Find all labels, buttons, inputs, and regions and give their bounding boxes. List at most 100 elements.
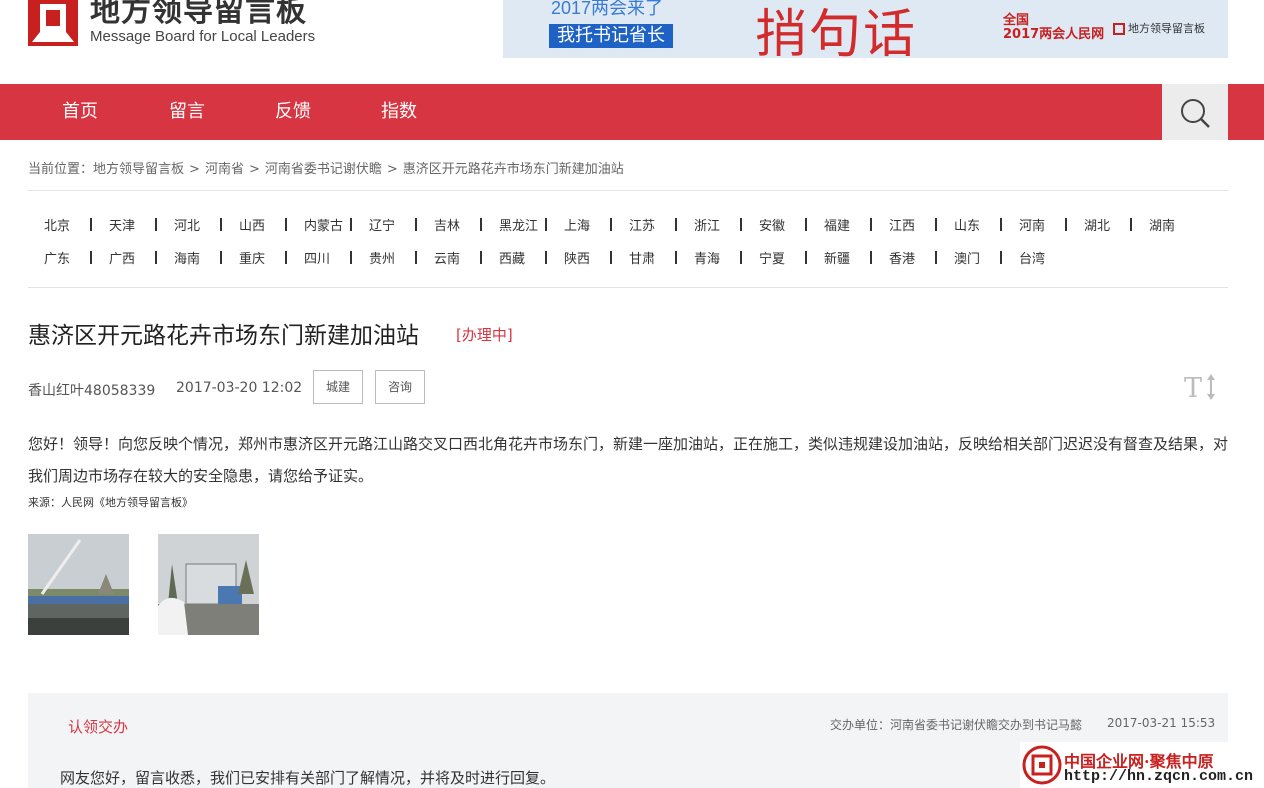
province-separator	[480, 218, 482, 231]
province-separator	[935, 251, 937, 264]
province-link[interactable]: 贵州	[369, 248, 395, 267]
main-nav: 首页 留言 反馈 指数	[0, 84, 1264, 140]
province-separator	[415, 251, 417, 264]
province-separator	[285, 218, 287, 231]
province-link[interactable]: 宁夏	[759, 248, 785, 267]
nav-item-index[interactable]: 指数	[381, 84, 417, 140]
banner-line1: 2017两会来了	[551, 0, 664, 18]
banner-logo: 地方领导留言板	[1113, 20, 1205, 36]
province-link[interactable]: 北京	[44, 215, 70, 234]
message-title: 惠济区开元路花卉市场东门新建加油站	[28, 323, 419, 349]
logo-subtitle: Message Board for Local Leaders	[90, 28, 316, 45]
province-separator	[1000, 218, 1002, 231]
province-separator	[675, 251, 677, 264]
province-link[interactable]: 湖南	[1149, 215, 1175, 234]
banner-logo-icon	[1113, 23, 1125, 35]
province-link[interactable]: 内蒙古	[304, 215, 343, 234]
province-separator	[1065, 218, 1067, 231]
breadcrumb-item[interactable]: 地方领导留言板	[93, 162, 184, 177]
province-link[interactable]: 江西	[889, 215, 915, 234]
logo-title[interactable]: 地方领导留言板	[90, 0, 307, 30]
province-link[interactable]: 安徽	[759, 215, 785, 234]
province-link[interactable]: 西藏	[499, 248, 525, 267]
breadcrumb: 当前位置：地方领导留言板 > 河南省 > 河南省委书记谢伏瞻 > 惠济区开元路花卉市场东门新…	[28, 158, 624, 177]
breadcrumb-separator: >	[189, 162, 200, 177]
province-link[interactable]: 海南	[174, 248, 200, 267]
province-separator	[545, 251, 547, 264]
breadcrumb-separator: >	[386, 162, 398, 177]
province-separator	[155, 251, 157, 264]
photo-image	[28, 534, 129, 635]
logo-icon[interactable]	[28, 0, 78, 46]
reply-date: 2017-03-21 15:53	[1107, 716, 1216, 730]
nav-item-message[interactable]: 留言	[169, 84, 205, 140]
province-link[interactable]: 山东	[954, 215, 980, 234]
tag-category[interactable]: 城建	[313, 370, 363, 404]
nav-item-home[interactable]: 首页	[62, 84, 98, 140]
breadcrumb-item[interactable]: 惠济区开元路花卉市场东门新建加油站	[403, 162, 624, 177]
province-separator	[935, 218, 937, 231]
province-link[interactable]: 山西	[239, 215, 265, 234]
province-separator	[870, 218, 872, 231]
province-separator	[415, 218, 417, 231]
province-link[interactable]: 重庆	[239, 248, 265, 267]
province-link[interactable]: 广东	[44, 248, 70, 267]
province-link[interactable]: 江苏	[629, 215, 655, 234]
province-link[interactable]: 香港	[889, 248, 915, 267]
nav-item-feedback[interactable]: 反馈	[275, 84, 311, 140]
province-link[interactable]: 青海	[694, 248, 720, 267]
banner-ad[interactable]: 2017两会来了 我托书记省长 捎句话 全国 2017两会人民网 地方领导留言板	[503, 0, 1228, 58]
banner-tag: 全国 2017两会人民网	[1003, 14, 1104, 42]
province-link[interactable]: 辽宁	[369, 215, 395, 234]
watermark: 中国企业网·聚焦中原 http://hn.zqcn.com.cn	[1020, 742, 1264, 788]
province-separator	[1000, 251, 1002, 264]
breadcrumb-item[interactable]: 河南省委书记谢伏瞻	[265, 162, 382, 177]
province-link[interactable]: 河南	[1019, 215, 1045, 234]
banner-tag-line1: 全国	[1003, 13, 1030, 28]
province-separator	[220, 251, 222, 264]
province-separator	[220, 218, 222, 231]
tag-type[interactable]: 咨询	[375, 370, 425, 404]
message-datetime: 2017-03-20 12:02	[176, 380, 303, 396]
province-separator	[350, 251, 352, 264]
province-link[interactable]: 广西	[109, 248, 135, 267]
province-separator	[740, 218, 742, 231]
province-link[interactable]: 黑龙江	[499, 215, 538, 234]
header: 地方领导留言板 Message Board for Local Leaders …	[0, 0, 1264, 84]
province-link[interactable]: 吉林	[434, 215, 460, 234]
province-link[interactable]: 甘肃	[629, 248, 655, 267]
province-link[interactable]: 云南	[434, 248, 460, 267]
author-name[interactable]: 香山红叶48058339	[28, 380, 155, 400]
province-separator	[155, 218, 157, 231]
province-link[interactable]: 浙江	[694, 215, 720, 234]
province-link[interactable]: 新疆	[824, 248, 850, 267]
province-link[interactable]: 天津	[109, 215, 135, 234]
province-separator	[90, 251, 92, 264]
breadcrumb-item[interactable]: 河南省	[205, 162, 244, 177]
province-link[interactable]: 四川	[304, 248, 330, 267]
province-separator	[545, 218, 547, 231]
reply-text: 网友您好，留言收悉，我们已安排有关部门了解情况，并将及时进行回复。	[60, 769, 556, 787]
watermark-logo-icon	[1022, 745, 1062, 785]
province-link[interactable]: 上海	[564, 215, 590, 234]
photo-image	[158, 534, 259, 635]
province-link[interactable]: 陕西	[564, 248, 590, 267]
province-link[interactable]: 澳门	[954, 248, 980, 267]
banner-logo-text: 地方领导留言板	[1128, 22, 1205, 35]
search-button[interactable]	[1162, 84, 1228, 140]
province-separator	[805, 218, 807, 231]
province-separator	[610, 251, 612, 264]
photo-thumbnail[interactable]	[158, 534, 259, 635]
status-badge: [办理中]	[456, 326, 513, 344]
photo-thumbnail[interactable]	[28, 534, 129, 635]
province-link[interactable]: 福建	[824, 215, 850, 234]
province-link[interactable]: 湖北	[1084, 215, 1110, 234]
message-source: 来源：人民网《地方领导留言板》	[28, 496, 193, 509]
province-separator	[805, 251, 807, 264]
watermark-url: http://hn.zqcn.com.cn	[1064, 768, 1254, 785]
banner-box: 我托书记省长	[549, 24, 673, 48]
breadcrumb-prefix: 当前位置：	[28, 162, 94, 177]
province-link[interactable]: 台湾	[1019, 248, 1045, 267]
font-size-icon[interactable]: T	[1184, 372, 1218, 402]
province-link[interactable]: 河北	[174, 215, 200, 234]
